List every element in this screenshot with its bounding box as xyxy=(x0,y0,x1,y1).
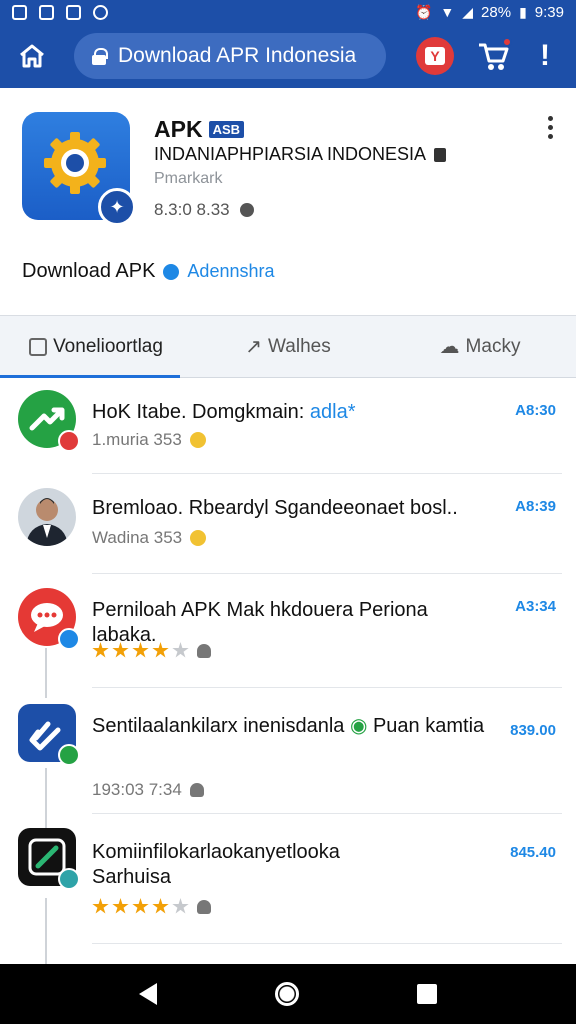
app-name: APK xyxy=(154,116,203,142)
recents-icon[interactable] xyxy=(417,984,437,1004)
tab-macky[interactable]: ☁ Macky xyxy=(384,316,576,377)
list-item[interactable]: Sentilaalankilarx inenisdanla ◉ Puan kam… xyxy=(0,688,576,814)
verified-icon xyxy=(163,263,180,280)
home-icon xyxy=(20,44,44,68)
wifi-icon: ▼ xyxy=(440,4,455,20)
app-tag: ASB xyxy=(208,121,245,138)
list-item[interactable]: HoK Itabe. Domgkmain: adla* 1.muria 353 … xyxy=(0,378,576,474)
item-time: 845.40 xyxy=(510,844,556,861)
avatar xyxy=(18,488,76,546)
gallery-icon xyxy=(66,4,81,20)
clock: 9:39 xyxy=(534,3,564,21)
cart-button[interactable] xyxy=(476,37,512,73)
app-card: ✦ APK ASB INDANIAPHPIARSIA INDONESIA Pma… xyxy=(0,88,576,316)
item-sub: Wadina 353 xyxy=(92,528,207,548)
avatar xyxy=(18,704,80,766)
cloud-icon: ☁ xyxy=(439,336,460,358)
avatar xyxy=(18,828,80,890)
item-title: HoK Itabe. Domgkmain: adla* xyxy=(92,401,356,423)
item-title: Sentilaalankilarx inenisdanla ◉ Puan kam… xyxy=(92,715,485,737)
notification-icon xyxy=(12,4,27,20)
info-icon xyxy=(239,203,254,217)
system-nav-bar xyxy=(0,964,576,1024)
download-label: Download APK xyxy=(22,260,156,282)
developer-name: INDANIAPHPIARSIA INDONESIA xyxy=(154,144,427,164)
home-button[interactable] xyxy=(10,34,54,78)
list-item[interactable]: Bremloao. Rbeardyl Sgandeeonaet bosl.. W… xyxy=(0,474,576,574)
overflow-menu-button[interactable] xyxy=(548,116,554,139)
item-title: Perniloah APK Mak hkdouera Periona labak… xyxy=(92,599,428,646)
cart-badge xyxy=(502,37,512,47)
item-time: 839.00 xyxy=(510,722,556,739)
status-bar: ⏰ ▼ ◢ 28% ▮ 9:39 xyxy=(0,0,576,24)
badge-icon xyxy=(58,868,80,890)
download-line[interactable]: Download APK Adennshra xyxy=(22,260,275,283)
item-rating xyxy=(92,642,211,659)
emoji-icon xyxy=(189,432,206,448)
tab-label: Vonelioortlag xyxy=(53,335,163,357)
item-time: A3:34 xyxy=(515,598,556,615)
app-meta-text: 8.3:0 8.33 xyxy=(154,200,230,219)
item-title: Bremloao. Rbeardyl Sgandeeonaet bosl.. xyxy=(92,497,458,519)
lock-icon xyxy=(434,147,447,162)
item-time: A8:39 xyxy=(515,498,556,515)
tab-walhes[interactable]: ↗ Walhes xyxy=(192,316,384,377)
app-developer[interactable]: INDANIAPHPIARSIA INDONESIA xyxy=(154,144,447,165)
tab-overview[interactable]: Vonelioortlag xyxy=(0,316,192,378)
person-icon xyxy=(189,783,204,797)
home-nav-icon[interactable] xyxy=(275,982,299,1006)
item-rating xyxy=(92,898,211,915)
compass-icon xyxy=(93,4,108,20)
gear-icon xyxy=(44,132,106,194)
share-icon: ↗ xyxy=(245,336,263,358)
person-icon xyxy=(197,643,211,658)
lock-icon xyxy=(92,48,108,65)
app-icon[interactable]: ✦ xyxy=(22,112,136,226)
list-item[interactable]: Perniloah APK Mak hkdouera Periona labak… xyxy=(0,574,576,688)
alarm-icon: ⏰ xyxy=(414,3,433,20)
item-sub: 1.muria 353 xyxy=(92,430,206,450)
badge-icon xyxy=(58,628,80,650)
back-icon[interactable] xyxy=(139,983,157,1005)
tab-label: Walhes xyxy=(268,335,331,357)
app-subtitle: Pmarkark xyxy=(154,170,223,187)
yandex-icon: Y xyxy=(425,47,445,65)
activity-list: HoK Itabe. Domgkmain: adla* 1.muria 353 … xyxy=(0,378,576,964)
person-icon xyxy=(197,899,211,914)
calendar-icon xyxy=(39,4,54,20)
url-text: Download APR Indonesia xyxy=(118,44,357,67)
item-sub: 193:03 7:34 xyxy=(92,780,204,800)
yandex-button[interactable]: Y xyxy=(416,37,454,75)
alert-button[interactable]: ! xyxy=(538,39,552,73)
item-title: Komiinfilokarlaokanyetlooka Sarhuisa xyxy=(92,841,340,888)
emoji-icon xyxy=(190,530,207,546)
battery-level: 28% xyxy=(481,3,512,21)
avatar xyxy=(18,588,80,650)
tab-label: Macky xyxy=(465,335,521,357)
badge-icon xyxy=(58,744,80,766)
app-badge-icon: ✦ xyxy=(98,188,136,226)
badge-icon xyxy=(58,430,80,452)
rating-stars xyxy=(92,898,189,915)
app-title: APK ASB xyxy=(154,116,245,143)
chat-icon xyxy=(29,337,48,356)
url-bar[interactable]: Download APR Indonesia xyxy=(74,33,386,79)
tab-bar: Vonelioortlag ↗ Walhes ☁ Macky xyxy=(0,316,576,378)
list-item[interactable]: Komiinfilokarlaokanyetlooka Sarhuisa 845… xyxy=(0,814,576,944)
app-meta: 8.3:0 8.33 xyxy=(154,200,254,220)
download-author[interactable]: Adennshra xyxy=(187,261,274,282)
battery-icon: ▮ xyxy=(519,3,527,20)
item-time: A8:30 xyxy=(515,402,556,419)
rating-stars xyxy=(92,642,189,659)
signal-icon: ◢ xyxy=(462,3,474,20)
doc-icon: ◉ xyxy=(349,715,368,737)
avatar xyxy=(18,390,80,452)
app-bar: Download APR Indonesia Y ! xyxy=(0,24,576,88)
person-photo-icon xyxy=(26,498,68,546)
